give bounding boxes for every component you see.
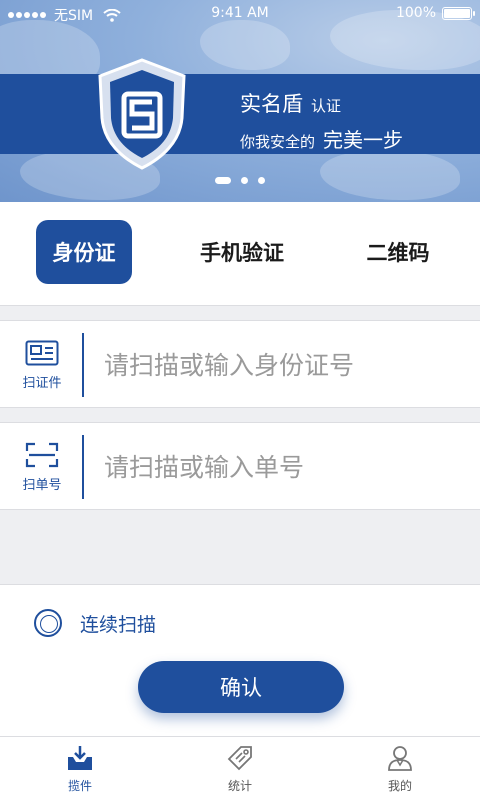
continuous-scan-toggle[interactable]: 连续扫描 bbox=[34, 609, 156, 637]
carousel-indicator bbox=[0, 177, 480, 184]
confirm-button[interactable]: 确认 bbox=[138, 661, 344, 713]
carousel-dot[interactable] bbox=[241, 177, 248, 184]
action-panel: 连续扫描 确认 bbox=[0, 584, 480, 736]
battery-icon bbox=[442, 6, 475, 20]
scan-id-caption: 扫证件 bbox=[22, 375, 62, 391]
id-number-row: 扫证件 bbox=[0, 320, 480, 408]
map-decoration bbox=[320, 150, 460, 200]
carousel-dot-active[interactable] bbox=[215, 177, 231, 184]
id-card-icon bbox=[25, 340, 59, 365]
tabbar-label: 揽件 bbox=[67, 779, 92, 793]
order-number-row: 扫单号 bbox=[0, 422, 480, 510]
radio-icon[interactable] bbox=[34, 609, 62, 637]
user-icon bbox=[388, 746, 412, 771]
verification-tabs: 身份证 手机验证 二维码 bbox=[0, 202, 480, 306]
scan-frame-icon bbox=[25, 442, 59, 467]
banner-carousel[interactable]: 实名盾 认证 你我安全的 完美一步 bbox=[0, 0, 480, 202]
shield-logo-icon bbox=[98, 58, 186, 170]
tab-id-card[interactable]: 身份证 bbox=[36, 220, 132, 284]
bottom-tab-bar: 揽件 统计 我的 bbox=[0, 736, 480, 800]
brand-name: 实名盾 bbox=[240, 92, 303, 116]
banner-text: 实名盾 认证 你我安全的 完美一步 bbox=[240, 88, 403, 153]
order-number-input[interactable] bbox=[104, 443, 460, 491]
scan-id-button[interactable]: 扫证件 bbox=[14, 333, 70, 397]
tabbar-item-profile[interactable]: 我的 bbox=[320, 737, 480, 800]
divider bbox=[82, 333, 84, 397]
tabbar-label: 统计 bbox=[227, 779, 252, 793]
continuous-scan-label: 连续扫描 bbox=[80, 613, 157, 636]
scan-order-caption: 扫单号 bbox=[22, 477, 62, 493]
slogan-part-b: 完美一步 bbox=[323, 128, 404, 152]
price-tag-icon bbox=[227, 746, 252, 771]
inbox-download-icon bbox=[68, 746, 92, 770]
carousel-dot[interactable] bbox=[258, 177, 265, 184]
battery-percent: 100% bbox=[395, 5, 436, 21]
slogan-part-a: 你我安全的 bbox=[240, 133, 316, 151]
status-bar: 无SIM 9:41 AM 100% bbox=[0, 0, 480, 26]
tabbar-item-pickup[interactable]: 揽件 bbox=[0, 737, 160, 800]
tabbar-label: 我的 bbox=[387, 779, 412, 793]
tab-phone-verify[interactable]: 手机验证 bbox=[180, 220, 304, 284]
map-decoration bbox=[200, 20, 290, 70]
brand-subtitle: 认证 bbox=[311, 97, 342, 115]
id-number-input[interactable] bbox=[104, 341, 460, 389]
divider bbox=[82, 435, 84, 499]
tabbar-item-stats[interactable]: 统计 bbox=[160, 737, 320, 800]
tab-qr-code[interactable]: 二维码 bbox=[350, 220, 446, 284]
scan-order-button[interactable]: 扫单号 bbox=[14, 435, 70, 499]
